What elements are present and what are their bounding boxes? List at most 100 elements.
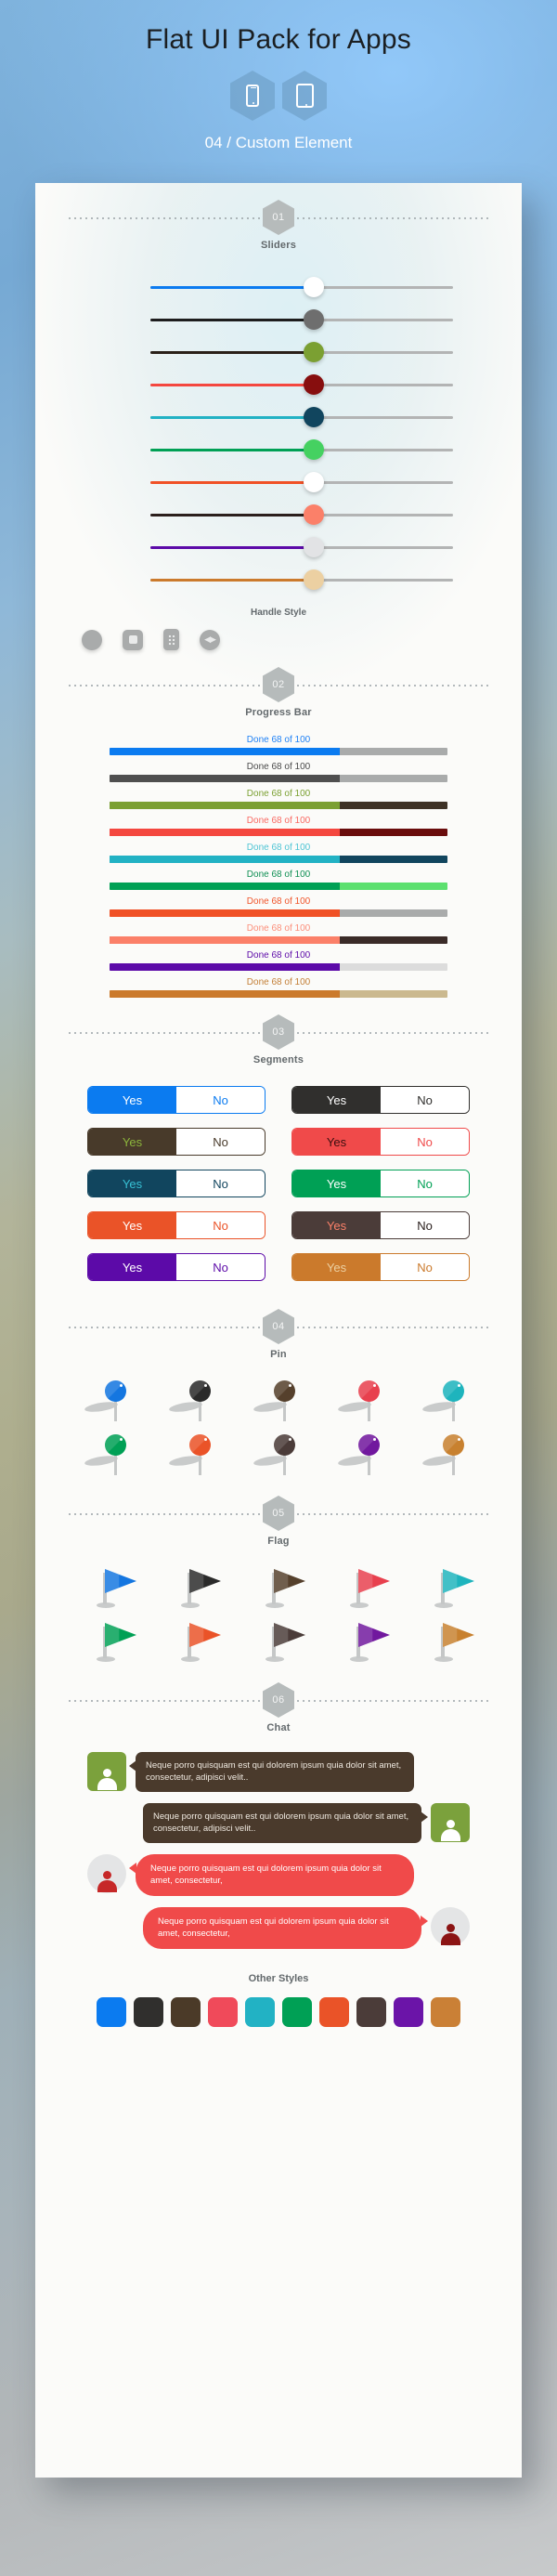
- pin-icon[interactable]: [421, 1379, 473, 1423]
- segmented-control[interactable]: Yes No: [291, 1211, 470, 1239]
- progress-track: [110, 936, 447, 944]
- slider-row[interactable]: [67, 531, 490, 564]
- slider-row[interactable]: [67, 499, 490, 531]
- slider-row[interactable]: [67, 369, 490, 401]
- slider-handle[interactable]: [304, 569, 324, 590]
- flag-icon[interactable]: [168, 1565, 221, 1610]
- section-divider: 02: [67, 667, 490, 702]
- segmented-control[interactable]: Yes No: [87, 1170, 266, 1197]
- slider-row[interactable]: [67, 564, 490, 596]
- color-swatch[interactable]: [394, 1996, 423, 2027]
- segment-no-button[interactable]: No: [176, 1212, 265, 1238]
- slider-handle[interactable]: [304, 407, 324, 427]
- slider-row[interactable]: [67, 336, 490, 369]
- section-heading: Flag: [267, 1536, 290, 1547]
- slider-handle[interactable]: [304, 277, 324, 297]
- flag-icon[interactable]: [337, 1565, 390, 1610]
- segment-no-button[interactable]: No: [381, 1087, 469, 1113]
- flag-icon[interactable]: [84, 1619, 136, 1664]
- segmented-control[interactable]: Yes No: [291, 1170, 470, 1197]
- section-chat: 06 Chat Neque porro quisquam est qui dol…: [35, 1682, 522, 2062]
- slider-handle[interactable]: [304, 309, 324, 330]
- slider-row[interactable]: [67, 466, 490, 499]
- segment-yes-button[interactable]: Yes: [88, 1212, 176, 1238]
- segmented-control[interactable]: Yes No: [291, 1086, 470, 1114]
- avatar[interactable]: [87, 1853, 126, 1893]
- segmented-control[interactable]: Yes No: [291, 1128, 470, 1156]
- segmented-control[interactable]: Yes No: [87, 1128, 266, 1156]
- pin-shadow: [253, 1454, 288, 1468]
- slider-row[interactable]: [67, 434, 490, 466]
- slider-row[interactable]: [67, 304, 490, 336]
- color-swatch[interactable]: [431, 1996, 460, 2027]
- color-swatch[interactable]: [208, 1996, 238, 2027]
- circle-handle-icon[interactable]: [82, 629, 102, 650]
- avatar[interactable]: [431, 1802, 470, 1842]
- segmented-control[interactable]: Yes No: [87, 1086, 266, 1114]
- flag-icon[interactable]: [84, 1565, 136, 1610]
- segment-no-button[interactable]: No: [381, 1254, 469, 1280]
- grip-handle-icon[interactable]: [163, 629, 179, 650]
- color-swatch[interactable]: [356, 1996, 386, 2027]
- segment-yes-button[interactable]: Yes: [292, 1087, 381, 1113]
- color-swatch[interactable]: [171, 1996, 201, 2027]
- avatar[interactable]: [431, 1906, 470, 1946]
- flag-cloth: [358, 1623, 390, 1647]
- pin-icon[interactable]: [337, 1432, 389, 1477]
- slider-handle[interactable]: [304, 439, 324, 460]
- segmented-control[interactable]: Yes No: [87, 1211, 266, 1239]
- color-swatch[interactable]: [245, 1996, 275, 2027]
- flag-icon[interactable]: [168, 1619, 221, 1664]
- pin-icon[interactable]: [421, 1432, 473, 1477]
- handle-style-label: Handle Style: [250, 608, 307, 618]
- slider-row[interactable]: [67, 401, 490, 434]
- square-handle-icon[interactable]: [123, 629, 143, 650]
- segment-no-button[interactable]: No: [176, 1170, 265, 1196]
- pin-icon[interactable]: [84, 1432, 136, 1477]
- segment-no-button[interactable]: No: [381, 1170, 469, 1196]
- color-swatch[interactable]: [97, 1996, 126, 2027]
- pin-icon[interactable]: [253, 1432, 304, 1477]
- segmented-control[interactable]: Yes No: [87, 1253, 266, 1281]
- slider-handle[interactable]: [304, 342, 324, 362]
- color-swatch[interactable]: [282, 1996, 312, 2027]
- segmented-control[interactable]: Yes No: [291, 1253, 470, 1281]
- segment-yes-button[interactable]: Yes: [292, 1212, 381, 1238]
- slider-handle[interactable]: [304, 472, 324, 492]
- progress-fill: [110, 963, 340, 971]
- flag-icon[interactable]: [337, 1619, 390, 1664]
- segment-yes-button[interactable]: Yes: [88, 1254, 176, 1280]
- segment-no-button[interactable]: No: [176, 1087, 265, 1113]
- section-number-badge: 04: [263, 1309, 294, 1344]
- pin-icon[interactable]: [168, 1432, 220, 1477]
- segment-no-button[interactable]: No: [176, 1254, 265, 1280]
- pin-head: [105, 1434, 126, 1456]
- segment-yes-button[interactable]: Yes: [88, 1087, 176, 1113]
- segment-no-button[interactable]: No: [381, 1212, 469, 1238]
- slider-fill: [150, 579, 314, 582]
- pin-icon[interactable]: [253, 1379, 304, 1423]
- slider-handle[interactable]: [304, 504, 324, 525]
- segment-yes-button[interactable]: Yes: [292, 1254, 381, 1280]
- flag-icon[interactable]: [253, 1619, 305, 1664]
- flag-icon[interactable]: [253, 1565, 305, 1610]
- progress-fill: [110, 775, 340, 782]
- segment-no-button[interactable]: No: [381, 1129, 469, 1155]
- segment-yes-button[interactable]: Yes: [292, 1129, 381, 1155]
- pin-icon[interactable]: [168, 1379, 220, 1423]
- segment-yes-button[interactable]: Yes: [88, 1170, 176, 1196]
- slider-row[interactable]: [67, 271, 490, 304]
- color-swatch[interactable]: [319, 1996, 349, 2027]
- pin-icon[interactable]: [337, 1379, 389, 1423]
- segment-no-button[interactable]: No: [176, 1129, 265, 1155]
- flag-icon[interactable]: [421, 1619, 474, 1664]
- slider-handle[interactable]: [304, 537, 324, 557]
- flag-icon[interactable]: [421, 1565, 474, 1610]
- segment-yes-button[interactable]: Yes: [292, 1170, 381, 1196]
- arrows-handle-icon[interactable]: ◀▶: [200, 629, 220, 650]
- pin-icon[interactable]: [84, 1379, 136, 1423]
- slider-handle[interactable]: [304, 374, 324, 395]
- color-swatch[interactable]: [134, 1996, 163, 2027]
- avatar[interactable]: [87, 1752, 126, 1791]
- segment-yes-button[interactable]: Yes: [88, 1129, 176, 1155]
